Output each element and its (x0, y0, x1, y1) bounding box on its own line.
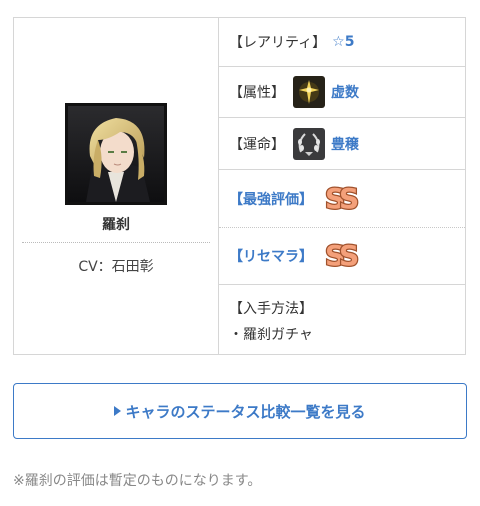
destiny-label: 【運命】 (229, 136, 285, 153)
svg-text:S: S (339, 182, 359, 213)
profile-divider (22, 242, 210, 243)
star-icon: ☆ (332, 34, 345, 50)
destiny-wreath-icon (293, 127, 325, 160)
rarity-row: 【レアリティ】 ☆ 5 (219, 18, 465, 67)
character-stats-panel: 【レアリティ】 ☆ 5 【属性】 虚数 【運命】 豊穣 【最強評価】 S S 【… (219, 18, 465, 354)
rarity-label: 【レアリティ】 (229, 35, 327, 51)
character-portrait-image (68, 106, 164, 202)
character-info-card: 羅刹 CV：石田彰 【レアリティ】 ☆ 5 【属性】 虚数 【運命】 豊穣 【最… (13, 17, 466, 355)
attribute-label: 【属性】 (229, 85, 285, 101)
best-rating-row: 【最強評価】 S S (219, 170, 465, 228)
obtain-method-item: ・羅刹ガチャ (229, 327, 313, 343)
play-triangle-icon (114, 406, 122, 416)
provisional-rating-note: ※羅刹の評価は暫定のものになります。 (13, 473, 262, 489)
destiny-row: 【運命】 豊穣 (219, 118, 465, 170)
obtain-method-label: 【入手方法】 (229, 301, 313, 317)
rarity-value: 5 (344, 34, 355, 50)
attribute-value[interactable]: 虚数 (331, 82, 359, 102)
character-name: 羅刹 (102, 217, 130, 233)
voice-actor: CV：石田彰 (78, 259, 154, 275)
best-rating-label[interactable]: 【最強評価】 (229, 189, 313, 209)
character-profile-panel: 羅刹 CV：石田彰 (14, 18, 219, 354)
destiny-value[interactable]: 豊穣 (331, 134, 359, 154)
ss-grade-icon: S S (323, 238, 363, 274)
character-portrait[interactable] (65, 103, 167, 205)
reroll-rating-row: 【リセマラ】 S S (219, 228, 465, 285)
reroll-rating-label[interactable]: 【リセマラ】 (229, 246, 313, 266)
ss-grade-icon: S S (323, 180, 363, 217)
obtain-method-row: 【入手方法】 ・羅刹ガチャ (219, 285, 465, 354)
compare-status-button[interactable]: キャラのステータス比較一覧を見る (13, 383, 467, 439)
svg-text:S: S (339, 239, 359, 270)
attribute-cross-icon (293, 76, 325, 108)
compare-status-button-label: キャラのステータス比較一覧を見る (125, 402, 366, 421)
attribute-row: 【属性】 虚数 (219, 67, 465, 118)
